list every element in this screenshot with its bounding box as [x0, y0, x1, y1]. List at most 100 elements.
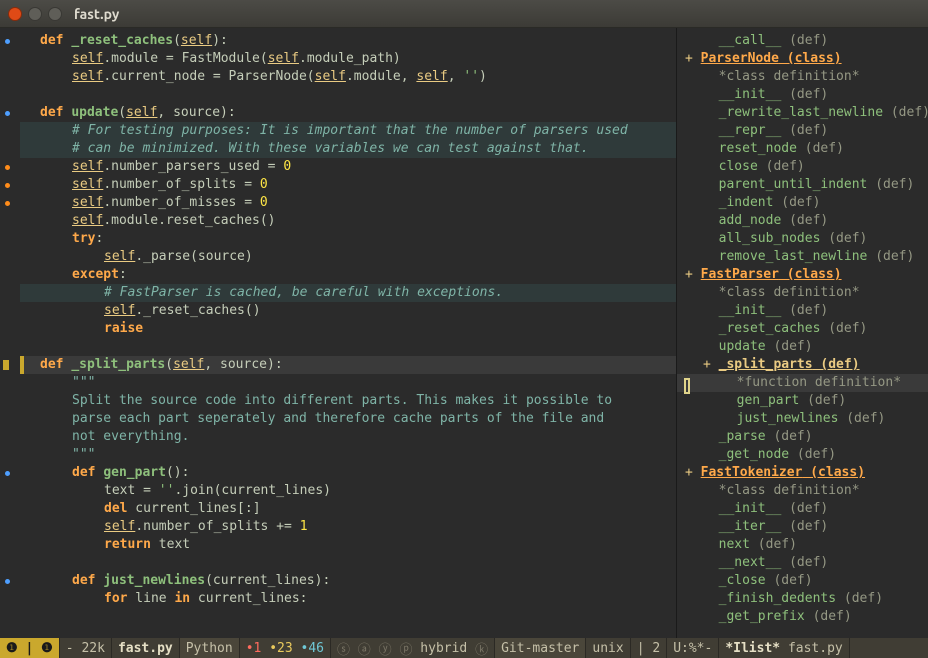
gutter-dot-icon[interactable]: [5, 165, 10, 170]
outline-meta[interactable]: *class definition*: [677, 482, 928, 500]
outline-meta[interactable]: *function definition*: [677, 374, 928, 392]
sb-filename[interactable]: fast.py: [112, 638, 180, 658]
code-line[interactable]: self._reset_caches(): [20, 302, 676, 320]
maximize-icon[interactable]: [48, 7, 62, 21]
expand-icon[interactable]: +: [685, 465, 701, 480]
minimize-icon[interactable]: [28, 7, 42, 21]
code-line[interactable]: [20, 86, 676, 104]
outline-def[interactable]: reset_node (def): [677, 140, 928, 158]
code-line[interactable]: self.module.reset_caches(): [20, 212, 676, 230]
outline-def[interactable]: + _split_parts (def): [677, 356, 928, 374]
code-line[interactable]: """: [20, 374, 676, 392]
outline-def[interactable]: _rewrite_last_newline (def): [677, 104, 928, 122]
code-line-def[interactable]: def just_newlines(current_lines):: [20, 572, 676, 590]
code-line[interactable]: [20, 338, 676, 356]
outline-def[interactable]: gen_part (def): [677, 392, 928, 410]
sb-git-branch[interactable]: Git-master: [495, 638, 586, 658]
gutter-dot-icon[interactable]: [5, 183, 10, 188]
gutter-dot-icon[interactable]: [5, 39, 10, 44]
sb-warnings[interactable]: ❶ | ❶: [0, 638, 60, 658]
code-line[interactable]: return text: [20, 536, 676, 554]
code-line[interactable]: Split the source code into different par…: [20, 392, 676, 410]
outline-class[interactable]: + ParserNode (class): [677, 50, 928, 68]
outline-def[interactable]: remove_last_newline (def): [677, 248, 928, 266]
code-line-def[interactable]: def _reset_caches(self):: [20, 32, 676, 50]
code-line[interactable]: except:: [20, 266, 676, 284]
code-content[interactable]: def _reset_caches(self):self.module = Fa…: [0, 28, 676, 608]
code-line[interactable]: self.number_parsers_used = 0: [20, 158, 676, 176]
outline-def[interactable]: __init__ (def): [677, 302, 928, 320]
code-line[interactable]: # For testing purposes: It is important …: [20, 122, 676, 140]
code-pane[interactable]: def _reset_caches(self):self.module = Fa…: [0, 28, 676, 638]
code-line[interactable]: self.number_of_splits = 0: [20, 176, 676, 194]
sb-python[interactable]: Python: [180, 638, 240, 658]
sb-right-mode: U:%*-: [667, 638, 719, 658]
outline-def[interactable]: __next__ (def): [677, 554, 928, 572]
code-line[interactable]: """: [20, 446, 676, 464]
sb-diagnostics[interactable]: •1 •23 •46: [240, 638, 331, 658]
outline-content[interactable]: __call__ (def)+ ParserNode (class) *clas…: [677, 28, 928, 626]
outline-meta[interactable]: *class definition*: [677, 68, 928, 86]
code-line[interactable]: self._parse(source): [20, 248, 676, 266]
gutter-dot-icon[interactable]: [5, 471, 10, 476]
code-line-def[interactable]: def update(self, source):: [20, 104, 676, 122]
code-line[interactable]: text = ''.join(current_lines): [20, 482, 676, 500]
outline-def[interactable]: _get_prefix (def): [677, 608, 928, 626]
expand-icon[interactable]: +: [685, 51, 701, 66]
outline-def[interactable]: _finish_dedents (def): [677, 590, 928, 608]
code-line[interactable]: for line in current_lines:: [20, 590, 676, 608]
outline-def[interactable]: _parse (def): [677, 428, 928, 446]
code-line[interactable]: # FastParser is cached, be careful with …: [20, 284, 676, 302]
code-line[interactable]: try:: [20, 230, 676, 248]
expand-icon[interactable]: +: [703, 357, 719, 372]
outline-def[interactable]: add_node (def): [677, 212, 928, 230]
outline-def[interactable]: __repr__ (def): [677, 122, 928, 140]
code-line-def[interactable]: def _split_parts(self, source):: [20, 356, 676, 374]
code-line-def[interactable]: def gen_part():: [20, 464, 676, 482]
gutter-dot-icon[interactable]: [5, 201, 10, 206]
code-line[interactable]: self.current_node = ParserNode(self.modu…: [20, 68, 676, 86]
outline-def[interactable]: next (def): [677, 536, 928, 554]
gutter: [0, 28, 20, 638]
outline-def[interactable]: _indent (def): [677, 194, 928, 212]
code-line[interactable]: del current_lines[:]: [20, 500, 676, 518]
editor-area: def _reset_caches(self):self.module = Fa…: [0, 28, 928, 638]
outline-def[interactable]: __call__ (def): [677, 32, 928, 50]
outline-def[interactable]: parent_until_indent (def): [677, 176, 928, 194]
gutter-dot-icon[interactable]: [5, 111, 10, 116]
outline-def[interactable]: close (def): [677, 158, 928, 176]
close-icon[interactable]: [8, 7, 22, 21]
sb-ilist[interactable]: *Ilist* fast.py: [719, 638, 849, 658]
outline-class[interactable]: + FastTokenizer (class): [677, 464, 928, 482]
code-line[interactable]: self.number_of_splits += 1: [20, 518, 676, 536]
code-line[interactable]: not everything.: [20, 428, 676, 446]
outline-def[interactable]: _close (def): [677, 572, 928, 590]
sb-warning-count: •23: [269, 641, 292, 656]
window-title: fast.py: [74, 6, 119, 22]
outline-class[interactable]: + FastParser (class): [677, 266, 928, 284]
outline-def[interactable]: __iter__ (def): [677, 518, 928, 536]
code-line[interactable]: self.number_of_misses = 0: [20, 194, 676, 212]
sb-mode: - 22k: [60, 638, 112, 658]
code-line[interactable]: parse each part seperately and therefore…: [20, 410, 676, 428]
statusbar: ❶ | ❶ - 22k fast.py Python •1 •23 •46 ⓢ …: [0, 638, 928, 658]
outline-def[interactable]: just_newlines (def): [677, 410, 928, 428]
outline-pane[interactable]: __call__ (def)+ ParserNode (class) *clas…: [676, 28, 928, 638]
sb-indicators: ⓢ ⓐ ⓨ ⓟ hybrid ⓚ: [331, 638, 495, 658]
code-line[interactable]: # can be minimized. With these variables…: [20, 140, 676, 158]
code-line[interactable]: self.module = FastModule(self.module_pat…: [20, 50, 676, 68]
outline-def[interactable]: all_sub_nodes (def): [677, 230, 928, 248]
gutter-dot-icon[interactable]: [5, 579, 10, 584]
outline-def[interactable]: __init__ (def): [677, 86, 928, 104]
gutter-dot-icon[interactable]: [3, 360, 9, 370]
expand-icon[interactable]: +: [685, 267, 701, 282]
outline-def[interactable]: update (def): [677, 338, 928, 356]
window-controls: [8, 7, 62, 21]
code-line[interactable]: raise: [20, 320, 676, 338]
outline-meta[interactable]: *class definition*: [677, 284, 928, 302]
outline-def[interactable]: _reset_caches (def): [677, 320, 928, 338]
sb-info-count: •46: [301, 641, 324, 656]
outline-def[interactable]: _get_node (def): [677, 446, 928, 464]
outline-def[interactable]: __init__ (def): [677, 500, 928, 518]
code-line[interactable]: [20, 554, 676, 572]
